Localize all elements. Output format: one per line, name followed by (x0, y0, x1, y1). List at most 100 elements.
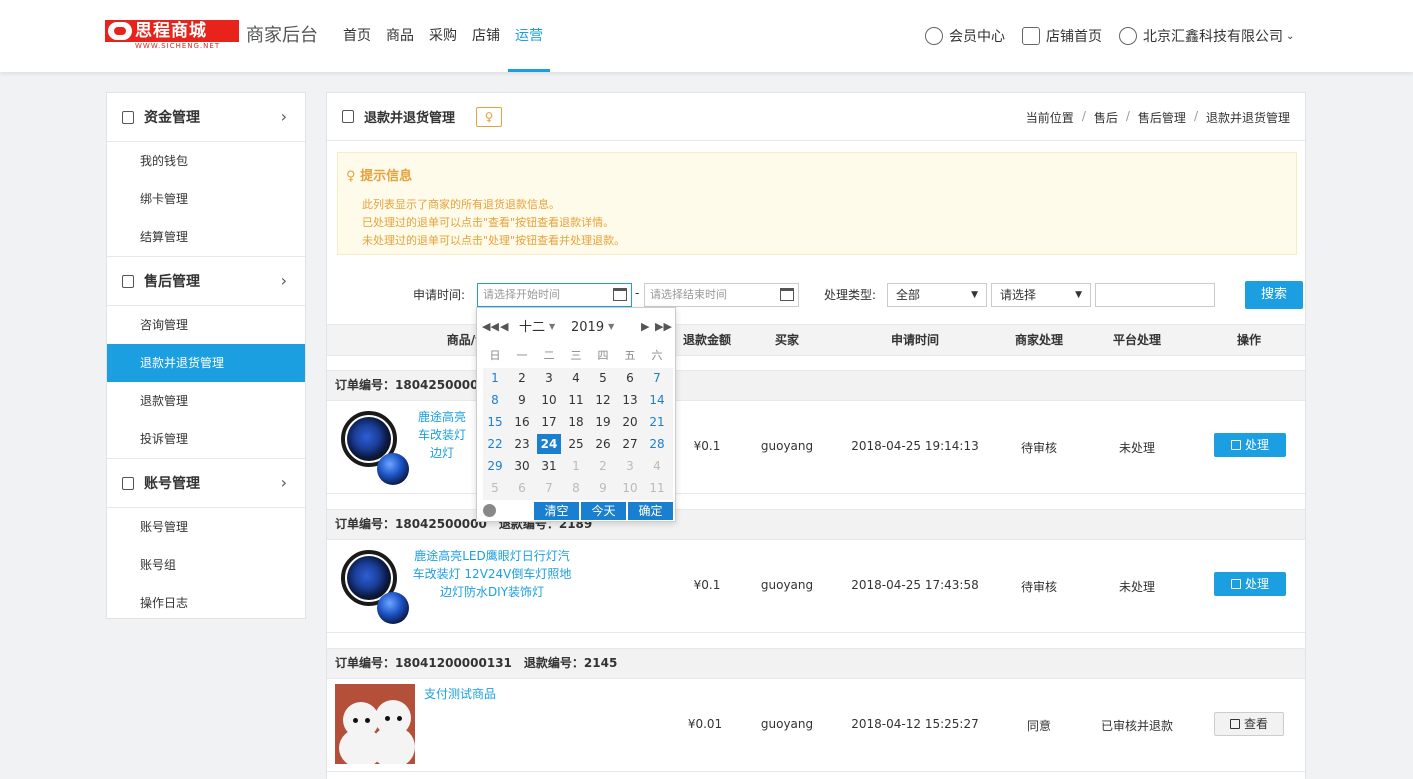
date-cell[interactable]: 7 (645, 368, 669, 388)
date-cell[interactable]: 5 (483, 478, 507, 498)
product-image[interactable] (335, 544, 415, 624)
next-year-icon[interactable]: ▶▶ (655, 318, 672, 336)
date-cell[interactable]: 31 (537, 456, 561, 476)
sidebar-group-finance[interactable]: 资金管理 › (107, 93, 305, 142)
store-home-link[interactable]: 店铺首页 (1022, 24, 1102, 48)
date-cell[interactable]: 6 (510, 478, 534, 498)
next-month-icon[interactable]: ▶ (641, 318, 649, 336)
sidebar-item-wallet[interactable]: 我的钱包 (107, 142, 305, 180)
date-cell[interactable]: 9 (510, 390, 534, 410)
date-cell[interactable]: 10 (537, 390, 561, 410)
keyword-input[interactable] (1095, 283, 1215, 307)
prev-year-icon[interactable]: ◀◀ (482, 318, 499, 336)
clock-icon[interactable] (483, 504, 496, 517)
product-name-link[interactable]: 支付测试商品 (375, 685, 545, 703)
sidebar-item-consult[interactable]: 咨询管理 (107, 306, 305, 344)
view-button[interactable]: 查看 (1214, 712, 1284, 736)
start-date-input[interactable]: 请选择开始时间 (477, 283, 632, 307)
date-cell[interactable]: 5 (591, 368, 615, 388)
table-header: 商品/订 退款金额 买家 申请时间 商家处理 平台处理 操作 (327, 324, 1305, 356)
date-cell[interactable]: 3 (618, 456, 642, 476)
date-cell[interactable]: 30 (510, 456, 534, 476)
sidebar-group-account[interactable]: 账号管理 › (107, 459, 305, 508)
notice-line: 未处理过的退单可以点击"处理"按钮查看并处理退款。 (362, 234, 626, 247)
date-cell[interactable]: 28 (645, 434, 669, 454)
sidebar-item-account-group[interactable]: 账号组 (107, 546, 305, 584)
date-cell[interactable]: 13 (618, 390, 642, 410)
secondary-select[interactable]: 请选择 ▼ (991, 283, 1091, 307)
sidebar-item-accounts[interactable]: 账号管理 (107, 508, 305, 546)
date-cell[interactable]: 22 (483, 434, 507, 454)
date-cell[interactable]: 17 (537, 412, 561, 432)
lightbulb-icon[interactable]: ♀ (476, 107, 502, 127)
nav-purchase[interactable]: 采购 (422, 0, 464, 72)
sidebar-item-operation-log[interactable]: 操作日志 (107, 584, 305, 622)
date-cell[interactable]: 1 (483, 368, 507, 388)
search-button[interactable]: 搜索 (1245, 281, 1303, 309)
sidebar-item-refund[interactable]: 退款管理 (107, 382, 305, 420)
edit-icon (1230, 579, 1241, 589)
date-cell[interactable]: 26 (591, 434, 615, 454)
today-button[interactable]: 今天 (581, 502, 626, 520)
breadcrumb-aftersale[interactable]: 售后 (1094, 109, 1118, 126)
date-cell[interactable]: 4 (564, 368, 588, 388)
date-cell[interactable]: 29 (483, 456, 507, 476)
date-cell[interactable]: 24 (537, 434, 561, 454)
product-name-line: 边灯防水DIY装饰灯 (439, 585, 545, 599)
date-cell[interactable]: 3 (537, 368, 561, 388)
month-select[interactable]: 十二 ▼ (519, 318, 555, 337)
handle-label: 处理 (1244, 438, 1269, 452)
handle-button[interactable]: 处理 (1214, 572, 1286, 596)
merchant-status: 同意 (1026, 719, 1051, 733)
sidebar-item-refund-return[interactable]: 退款并退货管理 (107, 344, 305, 382)
confirm-button[interactable]: 确定 (628, 502, 673, 520)
date-cell[interactable]: 19 (591, 412, 615, 432)
date-cell[interactable]: 15 (483, 412, 507, 432)
date-cell[interactable]: 20 (618, 412, 642, 432)
year-select[interactable]: 2019 ▼ (571, 318, 614, 337)
date-cell[interactable]: 9 (591, 478, 615, 498)
store-home-label: 店铺首页 (1046, 29, 1102, 45)
account-group-icon (122, 476, 134, 490)
date-cell[interactable]: 18 (564, 412, 588, 432)
date-cell[interactable]: 16 (510, 412, 534, 432)
date-cell[interactable]: 11 (564, 390, 588, 410)
type-select[interactable]: 全部 ▼ (887, 283, 987, 307)
date-cell[interactable]: 1 (564, 456, 588, 476)
date-cell[interactable]: 21 (645, 412, 669, 432)
date-cell[interactable]: 2 (591, 456, 615, 476)
nav-home[interactable]: 首页 (336, 0, 378, 72)
member-center-link[interactable]: 会员中心 (925, 24, 1005, 48)
prev-month-icon[interactable]: ◀ (500, 318, 508, 336)
date-cell[interactable]: 27 (618, 434, 642, 454)
calendar-icon[interactable] (780, 288, 794, 301)
date-cell[interactable]: 23 (510, 434, 534, 454)
date-cell[interactable]: 4 (645, 456, 669, 476)
nav-products[interactable]: 商品 (379, 0, 421, 72)
sidebar-group-aftersale[interactable]: 售后管理 › (107, 257, 305, 306)
sidebar-item-complaint[interactable]: 投诉管理 (107, 420, 305, 458)
date-cell[interactable]: 25 (564, 434, 588, 454)
clear-button[interactable]: 清空 (534, 502, 579, 520)
breadcrumb-aftersale-mgmt[interactable]: 售后管理 (1138, 109, 1186, 126)
refund-amount: ¥0.01 (687, 717, 723, 731)
calendar-icon[interactable] (613, 288, 627, 301)
date-cell[interactable]: 12 (591, 390, 615, 410)
nav-operations[interactable]: 运营 (508, 0, 550, 72)
date-cell[interactable]: 6 (618, 368, 642, 388)
date-cell[interactable]: 11 (645, 478, 669, 498)
date-cell[interactable]: 8 (564, 478, 588, 498)
date-cell[interactable]: 14 (645, 390, 669, 410)
logo[interactable]: 思程商城 WWW.SICHENG.NET (105, 20, 239, 50)
account-menu[interactable]: 北京汇鑫科技有限公司 ⌄ (1119, 24, 1294, 48)
date-cell[interactable]: 2 (510, 368, 534, 388)
date-cell[interactable]: 8 (483, 390, 507, 410)
date-cell[interactable]: 7 (537, 478, 561, 498)
product-name-link[interactable]: 鹿途高亮LED鹰眼灯日行灯汽 车改装灯 12V24V倒车灯照地 边灯防水DIY装… (407, 547, 577, 601)
end-date-input[interactable]: 请选择结束时间 (644, 283, 799, 307)
date-cell[interactable]: 10 (618, 478, 642, 498)
nav-store[interactable]: 店铺 (465, 0, 507, 72)
sidebar-item-settlement[interactable]: 结算管理 (107, 218, 305, 256)
handle-button[interactable]: 处理 (1214, 433, 1286, 457)
sidebar-item-bind-card[interactable]: 绑卡管理 (107, 180, 305, 218)
